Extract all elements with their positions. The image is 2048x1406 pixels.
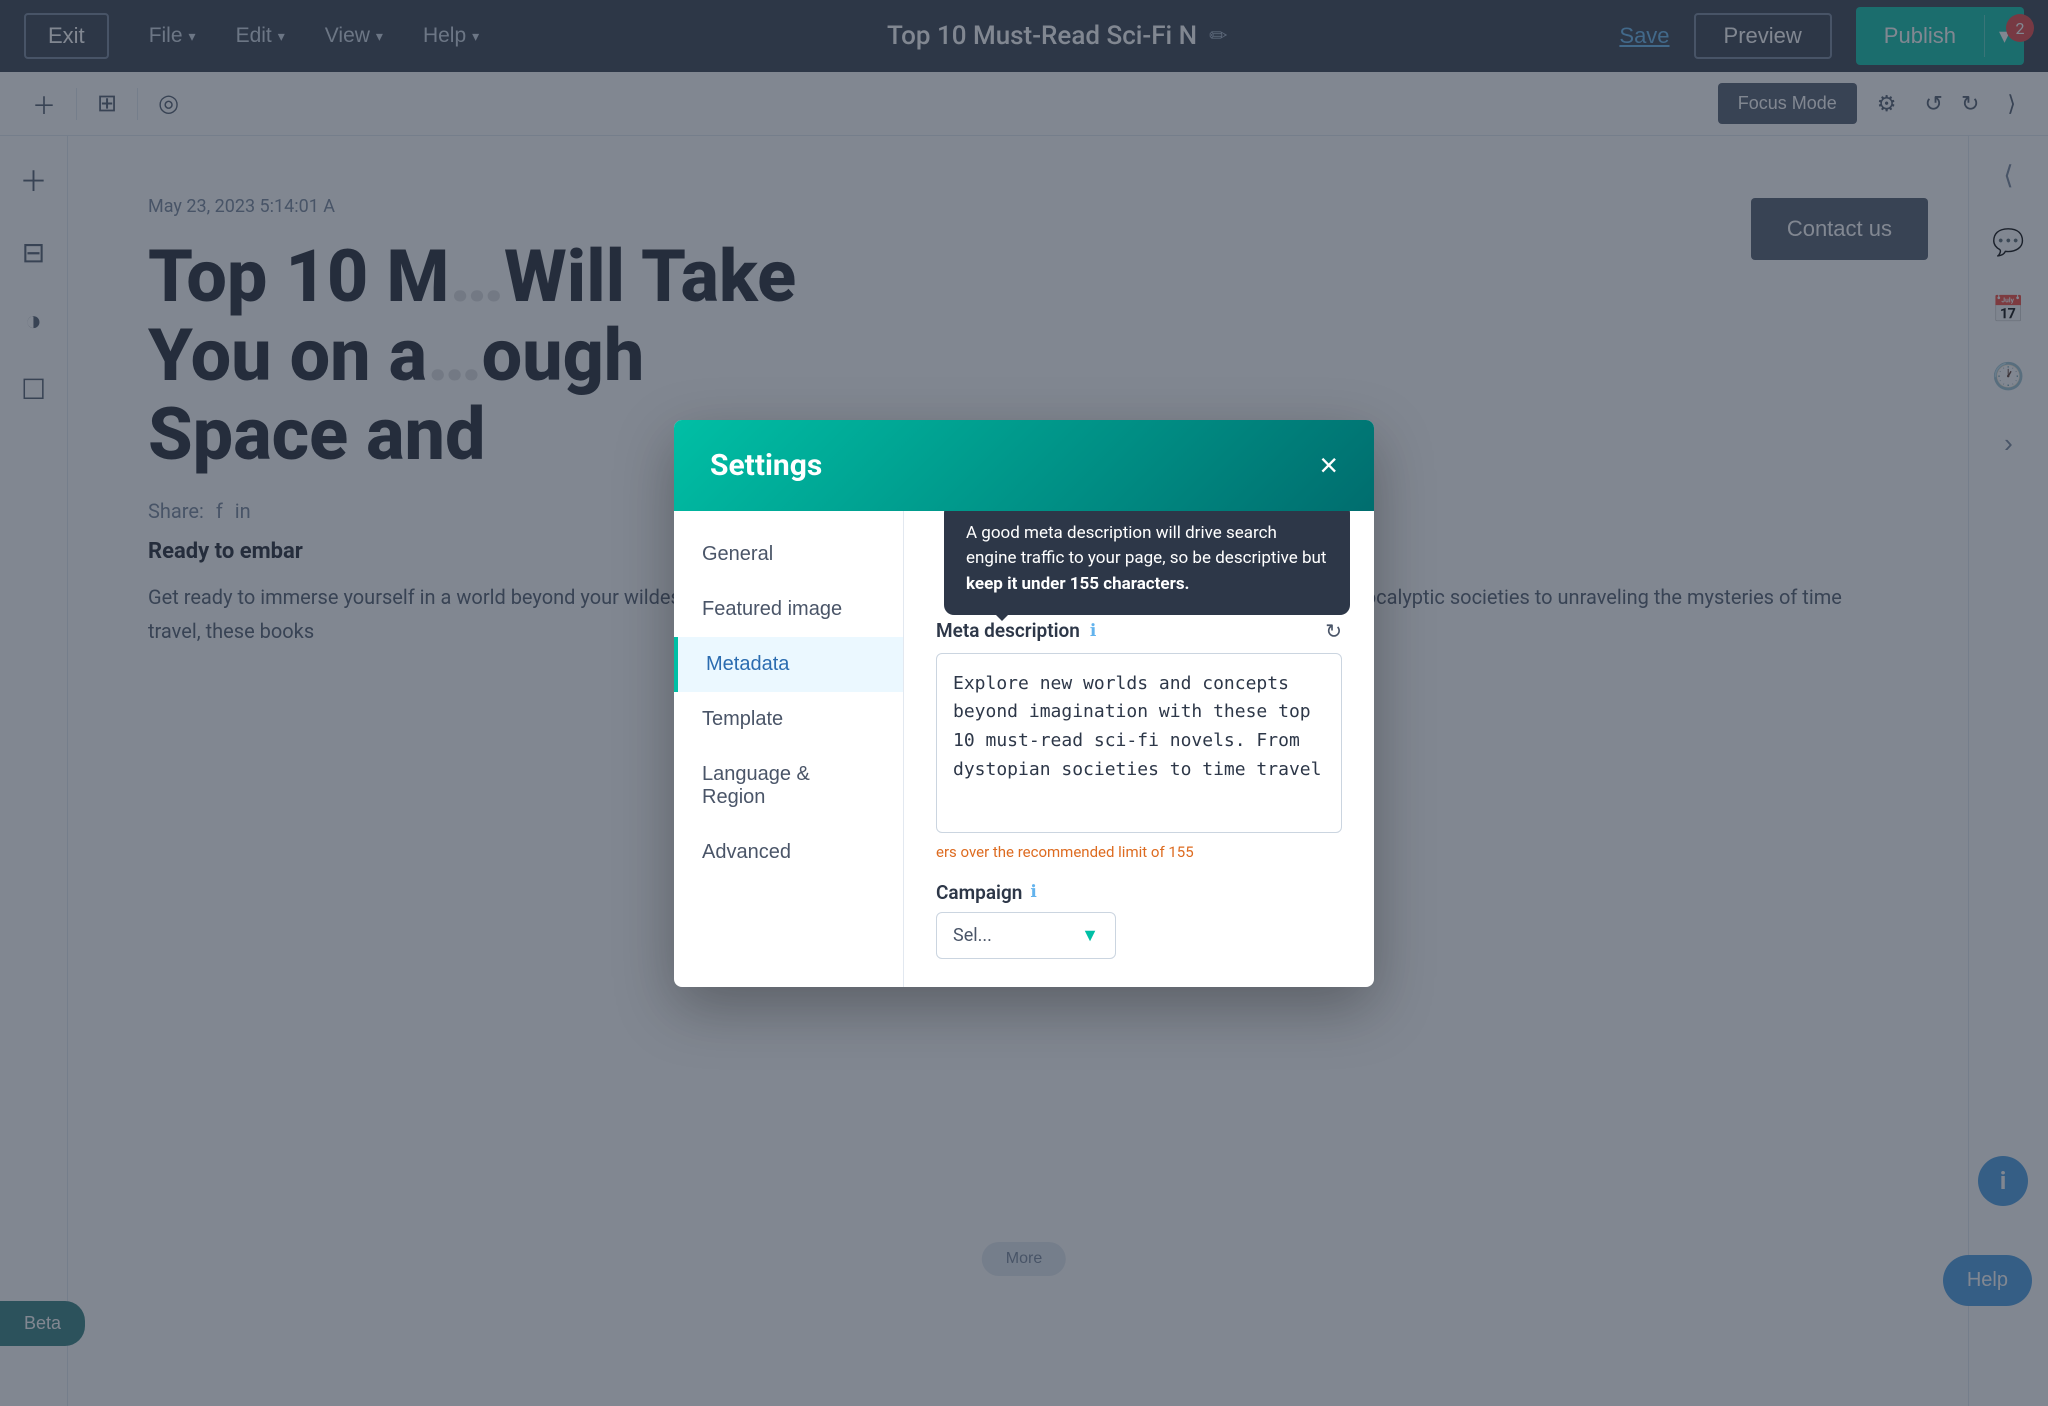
campaign-label: Campaign <box>936 881 1022 904</box>
meta-description-info-icon[interactable]: ℹ <box>1090 621 1096 641</box>
sidebar-item-featured-image[interactable]: Featured image <box>674 582 903 637</box>
sidebar-item-template[interactable]: Template <box>674 692 903 747</box>
settings-modal: Settings × General Featured image Metada… <box>674 420 1374 987</box>
sidebar-item-metadata[interactable]: Metadata <box>674 637 903 692</box>
sidebar-item-advanced[interactable]: Advanced <box>674 825 903 880</box>
tooltip-text: A good meta description will drive searc… <box>966 523 1326 594</box>
campaign-info-icon[interactable]: ℹ <box>1030 882 1036 902</box>
meta-description-refresh-icon[interactable]: ↻ <box>1325 619 1342 643</box>
campaign-label-row: Campaign ℹ <box>936 881 1342 904</box>
modal-body: General Featured image Metadata Template… <box>674 511 1374 987</box>
campaign-section: Campaign ℹ Sel... ▼ <box>936 881 1342 959</box>
modal-overlay: Settings × General Featured image Metada… <box>0 0 2048 1406</box>
campaign-select-value: Sel... <box>953 925 992 946</box>
tooltip-bubble: A good meta description will drive searc… <box>944 511 1350 616</box>
modal-content-area: A good meta description will drive searc… <box>904 511 1374 987</box>
campaign-select[interactable]: Sel... ▼ <box>936 912 1116 959</box>
sidebar-item-language-region[interactable]: Language & Region <box>674 747 903 825</box>
meta-description-section: Meta description ℹ ↻ Explore new worlds … <box>936 619 1342 861</box>
campaign-chevron-down-icon: ▼ <box>1081 925 1099 946</box>
meta-description-textarea[interactable]: Explore new worlds and concepts beyond i… <box>936 653 1342 833</box>
char-limit-warning: ers over the recommended limit of 155 <box>936 843 1342 861</box>
tooltip-bold-text: keep it under 155 characters. <box>966 574 1189 594</box>
modal-close-button[interactable]: × <box>1319 449 1338 481</box>
modal-header: Settings × <box>674 420 1374 511</box>
modal-sidebar: General Featured image Metadata Template… <box>674 511 904 987</box>
sidebar-item-general[interactable]: General <box>674 527 903 582</box>
modal-title: Settings <box>710 448 822 483</box>
